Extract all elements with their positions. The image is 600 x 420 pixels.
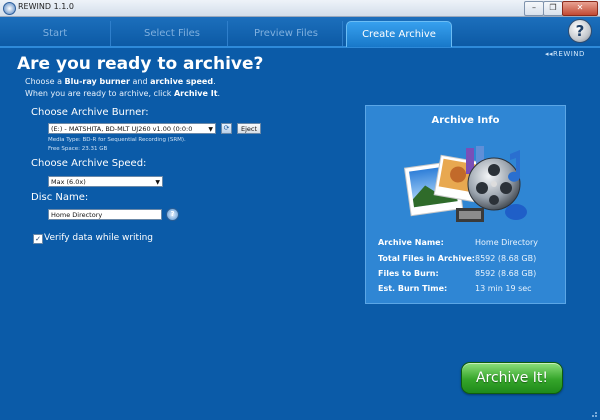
tab-preview-files[interactable]: Preview Files <box>230 21 343 46</box>
info-value-files-to-burn: 8592 (8.68 GB) <box>475 269 537 278</box>
media-type-text: Media Type: BD-R for Sequential Recordin… <box>48 137 186 143</box>
info-key-burn-time: Est. Burn Time: <box>378 284 448 293</box>
info-value-burn-time: 13 min 19 sec <box>475 284 532 293</box>
burner-select-value: (E:) - MATSHITA, BD-MLT UJ260 v1.00 (0:0… <box>51 125 193 133</box>
rewind-logo: ◂◂REWIND <box>545 50 585 58</box>
burner-label: Choose Archive Burner: <box>31 107 149 118</box>
refresh-icon[interactable]: ⟳ <box>221 123 232 134</box>
resize-grip-icon[interactable] <box>588 408 598 418</box>
burner-select[interactable]: (E:) - MATSHITA, BD-MLT UJ260 v1.00 (0:0… <box>48 123 216 134</box>
info-key-files-to-burn: Files to Burn: <box>378 269 439 278</box>
eject-button[interactable]: Eject <box>237 123 261 134</box>
window-title: REWIND 1.1.0 <box>18 2 74 11</box>
disc-name-input[interactable]: Home Directory <box>48 209 162 220</box>
speed-label: Choose Archive Speed: <box>31 158 147 169</box>
archive-info-title: Archive Info <box>431 115 500 126</box>
help-icon[interactable]: ? <box>568 19 592 43</box>
speed-select[interactable]: Max (6.0x) ▼ <box>48 176 163 187</box>
app-icon <box>3 2 16 15</box>
tab-create-archive[interactable]: Create Archive <box>346 21 452 47</box>
intro-line-2: When you are ready to archive, click Arc… <box>25 89 221 98</box>
chevron-down-icon: ▼ <box>208 126 213 133</box>
free-space-text: Free Space: 23.31 GB <box>48 146 108 152</box>
app-window: REWIND 1.1.0 – ❐ ✕ Start Select Files Pr… <box>0 0 600 420</box>
speed-select-value: Max (6.0x) <box>51 178 86 186</box>
info-key-total-files: Total Files in Archive: <box>378 254 475 263</box>
info-key-archive-name: Archive Name: <box>378 238 444 247</box>
question-icon[interactable]: ? <box>166 208 179 221</box>
page-title: Are you ready to archive? <box>17 54 264 74</box>
verify-checkbox[interactable]: ✓ <box>33 234 43 244</box>
tab-start[interactable]: Start <box>0 21 111 46</box>
title-bar: REWIND 1.1.0 – ❐ ✕ <box>0 0 600 17</box>
minimize-button[interactable]: – <box>524 1 544 16</box>
maximize-button[interactable]: ❐ <box>543 1 563 16</box>
intro-line-1: Choose a Blu-ray burner and archive spee… <box>25 77 216 86</box>
wizard-tab-bar: Start Select Files Preview Files Create … <box>0 17 600 48</box>
archive-info-panel: Archive Info Archive Name: Home Director… <box>365 105 566 304</box>
disc-name-label: Disc Name: <box>31 192 89 203</box>
info-value-total-files: 8592 (8.68 GB) <box>475 254 537 263</box>
chevron-down-icon: ▼ <box>155 179 160 186</box>
info-value-archive-name: Home Directory <box>475 238 539 247</box>
archive-it-button[interactable]: Archive It! <box>461 362 563 394</box>
verify-label[interactable]: Verify data while writing <box>44 233 153 243</box>
tab-select-files[interactable]: Select Files <box>117 21 228 46</box>
close-button[interactable]: ✕ <box>562 1 598 16</box>
media-files-icon <box>403 146 527 222</box>
